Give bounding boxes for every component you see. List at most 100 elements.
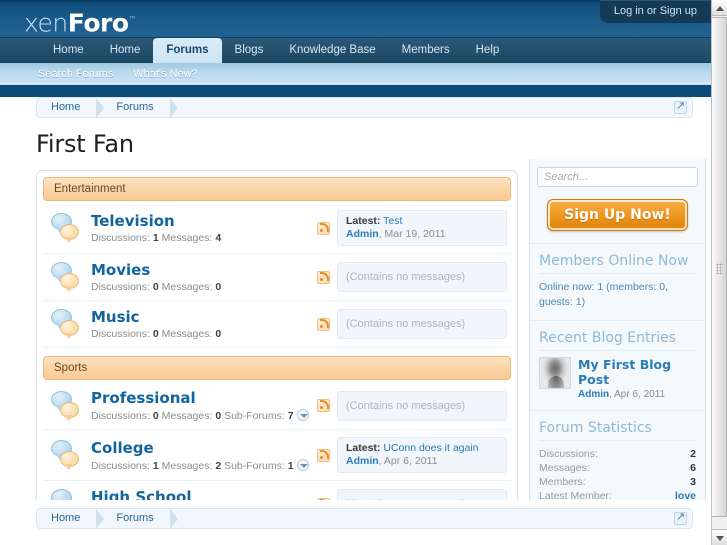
members-online-heading: Members Online Now	[539, 253, 696, 274]
last-post-thread-link[interactable]: Test	[383, 215, 402, 227]
blog-post-link[interactable]: My First Blog Post	[578, 357, 696, 387]
avatar[interactable]	[539, 357, 571, 389]
members-online-block: Members Online Now Online now: 1 (member…	[530, 244, 705, 321]
breadcrumb-item-home[interactable]: Home	[37, 509, 96, 528]
forum-link-college[interactable]: College	[91, 439, 317, 457]
category-header-entertainment[interactable]: Entertainment	[43, 177, 511, 201]
messages-count: 0	[215, 281, 222, 293]
site-logo[interactable]: xenForo™	[24, 6, 136, 37]
category-header-sports[interactable]: Sports	[43, 356, 511, 380]
forum-node-list: Entertainment Television Discussions: 1 …	[36, 170, 518, 534]
rss-icon[interactable]	[317, 448, 330, 462]
tab-forums[interactable]: Forums	[153, 38, 222, 63]
discussions-label: Discussions:	[91, 459, 150, 472]
rss-icon[interactable]	[317, 399, 330, 412]
last-post-thread-line: Latest: UConn does it again	[346, 442, 498, 455]
scrollbar-grip-icon	[716, 263, 723, 274]
breadcrumb-separator	[169, 97, 178, 118]
forum-link-music[interactable]: Music	[91, 308, 317, 326]
messages-count: 2	[215, 459, 222, 472]
sidebar-signup-section: Sign Up Now!	[530, 195, 705, 244]
messages-label: Messages:	[161, 459, 213, 472]
breadcrumb-top: Home Forums	[36, 97, 693, 118]
subnav-whats-new[interactable]: What's New?	[123, 63, 207, 85]
rss-icon[interactable]	[317, 270, 330, 284]
forum-bubbles-icon	[49, 440, 83, 470]
rss-icon[interactable]	[317, 317, 330, 331]
subforums-count: 1	[287, 459, 294, 472]
forum-node-info: Music Discussions: 0 Messages: 0	[91, 308, 317, 340]
last-post-thread-link[interactable]: UConn does it again	[383, 442, 478, 454]
forum-last-post: Latest: UConn does it again Admin, Apr 6…	[317, 437, 507, 473]
scroll-down-arrow-icon[interactable]	[712, 529, 727, 545]
tab-members[interactable]: Members	[389, 38, 463, 63]
forum-node-music: Music Discussions: 0 Messages: 0 (Contai…	[43, 301, 511, 348]
scroll-up-arrow-icon[interactable]	[712, 0, 727, 16]
last-post-author-link[interactable]: Admin	[346, 455, 379, 467]
last-post-box: (Contains no messages)	[337, 390, 507, 421]
blog-author-link[interactable]: Admin	[578, 389, 609, 400]
recent-blog-heading: Recent Blog Entries	[539, 330, 696, 351]
forum-stats: Discussions: 0 Messages: 0	[91, 328, 317, 340]
discussions-label: Discussions:	[91, 410, 150, 422]
last-post-box: Latest: Test Admin, Mar 19, 2011	[337, 210, 507, 246]
messages-label: Messages:	[161, 281, 213, 293]
last-post-author-link[interactable]: Admin	[346, 228, 379, 240]
forum-node-college: College Discussions: 1 Messages: 2 Sub-F…	[43, 430, 511, 481]
subforums-label: Sub-Forums:	[224, 410, 285, 422]
blog-entry-text: My First Blog Post Admin, Apr 6, 2011	[578, 357, 696, 400]
members-online-count: Online now: 1 (members: 0, guests: 1)	[539, 281, 668, 308]
forum-last-post: (Contains no messages)	[317, 390, 507, 421]
discussions-count: 0	[152, 328, 159, 340]
speech-bubble-orange-icon	[60, 224, 79, 243]
forum-last-post: (Contains no messages)	[317, 262, 507, 292]
sidebar: Sign Up Now! Members Online Now Online n…	[529, 159, 706, 545]
chevron-down-icon[interactable]	[296, 458, 309, 471]
search-input[interactable]	[537, 167, 698, 187]
nav-tab-list: Home Home Forums Blogs Knowledge Base Me…	[40, 38, 711, 63]
login-signup-button[interactable]: Log in or Sign up	[599, 0, 711, 23]
tab-help[interactable]: Help	[463, 38, 513, 63]
forum-bubbles-icon	[49, 213, 83, 243]
forum-node-info: Movies Discussions: 0 Messages: 0	[91, 261, 317, 293]
tab-blogs[interactable]: Blogs	[222, 38, 277, 63]
tab-home-2[interactable]: Home	[97, 38, 154, 63]
browser-scrollbar[interactable]	[711, 0, 727, 545]
breadcrumb-item-forums[interactable]: Forums	[102, 509, 169, 528]
subnav-search-forums[interactable]: Search Forums	[28, 63, 123, 85]
chevron-down-icon[interactable]	[296, 409, 309, 421]
sign-up-now-button[interactable]: Sign Up Now!	[547, 199, 688, 231]
forum-link-professional[interactable]: Professional	[91, 389, 317, 407]
tab-home-1[interactable]: Home	[40, 38, 97, 63]
breadcrumb-item-forums[interactable]: Forums	[102, 98, 169, 117]
last-post-thread-line: Latest: Test	[346, 215, 498, 228]
blog-post-meta: Admin, Apr 6, 2011	[578, 389, 696, 400]
open-in-new-icon[interactable]	[674, 510, 687, 525]
forum-link-television[interactable]: Television	[91, 212, 317, 230]
rss-icon[interactable]	[317, 221, 330, 235]
no-messages-text: (Contains no messages)	[346, 318, 466, 330]
forum-link-movies[interactable]: Movies	[91, 261, 317, 279]
scrollbar-thumb[interactable]	[712, 17, 727, 517]
tab-knowledge-base[interactable]: Knowledge Base	[276, 38, 388, 63]
last-post-date: , Apr 6, 2011	[378, 455, 438, 467]
forum-node-television: Television Discussions: 1 Messages: 4 La…	[43, 203, 511, 254]
messages-label: Messages:	[161, 410, 213, 422]
logo-text-thin: xen	[24, 8, 68, 38]
subforums-count: 7	[287, 410, 294, 422]
messages-label: Messages:	[161, 328, 213, 340]
page-viewport: xenForo™ Log in or Sign up Home Home For…	[0, 0, 711, 545]
messages-label: Messages:	[161, 232, 213, 244]
stat-value: 6	[690, 462, 696, 474]
site-header: xenForo™ Log in or Sign up	[0, 0, 711, 38]
no-messages-text: (Contains no messages)	[346, 399, 466, 412]
breadcrumb-item-home[interactable]: Home	[37, 98, 96, 117]
speech-bubble-orange-icon	[60, 451, 79, 470]
discussions-label: Discussions:	[91, 232, 150, 244]
page-wrapper: Home Forums First Fan Entertainment Tele…	[0, 97, 711, 545]
forum-node-movies: Movies Discussions: 0 Messages: 0 (Conta…	[43, 254, 511, 301]
blog-post-date: , Apr 6, 2011	[609, 389, 666, 400]
forum-node-professional: Professional Discussions: 0 Messages: 0 …	[43, 382, 511, 430]
forum-stats: Discussions: 0 Messages: 0	[91, 281, 317, 293]
open-in-new-icon[interactable]	[674, 99, 687, 114]
